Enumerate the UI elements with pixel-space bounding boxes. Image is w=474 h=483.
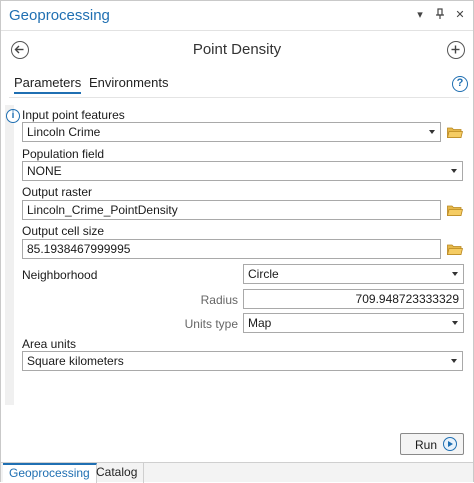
neighborhood-dropdown[interactable]: Circle — [243, 264, 464, 284]
output-cell-size-label: Output cell size — [22, 224, 105, 238]
output-raster-input[interactable]: Lincoln_Crime_PointDensity — [22, 200, 441, 220]
tab-geoprocessing[interactable]: Geoprocessing — [3, 463, 97, 483]
plus-circle-icon — [451, 45, 460, 54]
output-cell-size-value: 85.1938467999995 — [27, 242, 131, 256]
chevron-down-icon — [451, 359, 457, 363]
info-strip — [5, 105, 14, 405]
add-tool-button[interactable] — [447, 41, 465, 59]
geoprocessing-pane: Geoprocessing ▾ ✕ Point Density Paramete… — [0, 0, 474, 483]
folder-browse-icon[interactable] — [447, 126, 463, 138]
neighborhood-label: Neighborhood — [22, 268, 98, 282]
units-type-value: Map — [248, 316, 272, 330]
help-icon[interactable]: ? — [452, 76, 468, 92]
units-type-dropdown[interactable]: Map — [243, 313, 464, 333]
area-units-dropdown[interactable]: Square kilometers — [22, 351, 463, 371]
population-field-label: Population field — [22, 147, 105, 161]
tab-environments[interactable]: Environments — [89, 75, 168, 90]
run-button[interactable]: Run — [400, 433, 464, 455]
options-menu-icon[interactable]: ▾ — [413, 8, 427, 22]
radius-label: Radius — [200, 293, 238, 307]
input-point-features-value: Lincoln Crime — [27, 125, 101, 139]
units-type-label: Units type — [184, 317, 238, 331]
chevron-down-icon — [452, 321, 458, 325]
play-icon — [443, 437, 457, 451]
pin-icon[interactable] — [433, 8, 447, 22]
area-units-value: Square kilometers — [27, 354, 124, 368]
chevron-down-icon — [452, 272, 458, 276]
population-field-value: NONE — [27, 164, 62, 178]
radius-input[interactable]: 709.948723333329 — [243, 289, 464, 309]
input-point-features-label: Input point features — [22, 108, 125, 122]
folder-browse-icon[interactable] — [447, 243, 463, 255]
pane-title: Geoprocessing — [9, 7, 110, 24]
output-raster-label: Output raster — [22, 185, 93, 199]
input-point-features-dropdown[interactable]: Lincoln Crime — [22, 122, 441, 142]
tab-catalog[interactable]: Catalog — [90, 463, 145, 483]
output-raster-value: Lincoln_Crime_PointDensity — [27, 203, 178, 217]
tab-parameters[interactable]: Parameters — [14, 75, 82, 94]
run-button-label: Run — [415, 438, 438, 452]
population-field-dropdown[interactable]: NONE — [22, 161, 463, 181]
tab-environments-label: Environments — [89, 75, 169, 90]
radius-value: 709.948723333329 — [355, 292, 459, 306]
close-icon[interactable]: ✕ — [453, 8, 467, 22]
info-icon[interactable]: i — [6, 109, 20, 123]
folder-browse-icon[interactable] — [447, 204, 463, 216]
chevron-down-icon — [429, 130, 435, 134]
active-tab-indicator — [14, 92, 82, 94]
bottom-tab-strip: Geoprocessing Catalog — [1, 462, 473, 483]
tab-parameters-label: Parameters — [14, 75, 82, 90]
tool-title: Point Density — [192, 41, 282, 58]
header-divider — [9, 97, 469, 98]
chevron-down-icon — [451, 169, 457, 173]
output-cell-size-input[interactable]: 85.1938467999995 — [22, 239, 441, 259]
area-units-label: Area units — [22, 337, 77, 351]
pane-title-bar: Geoprocessing ▾ ✕ — [1, 1, 473, 31]
neighborhood-value: Circle — [248, 267, 279, 281]
